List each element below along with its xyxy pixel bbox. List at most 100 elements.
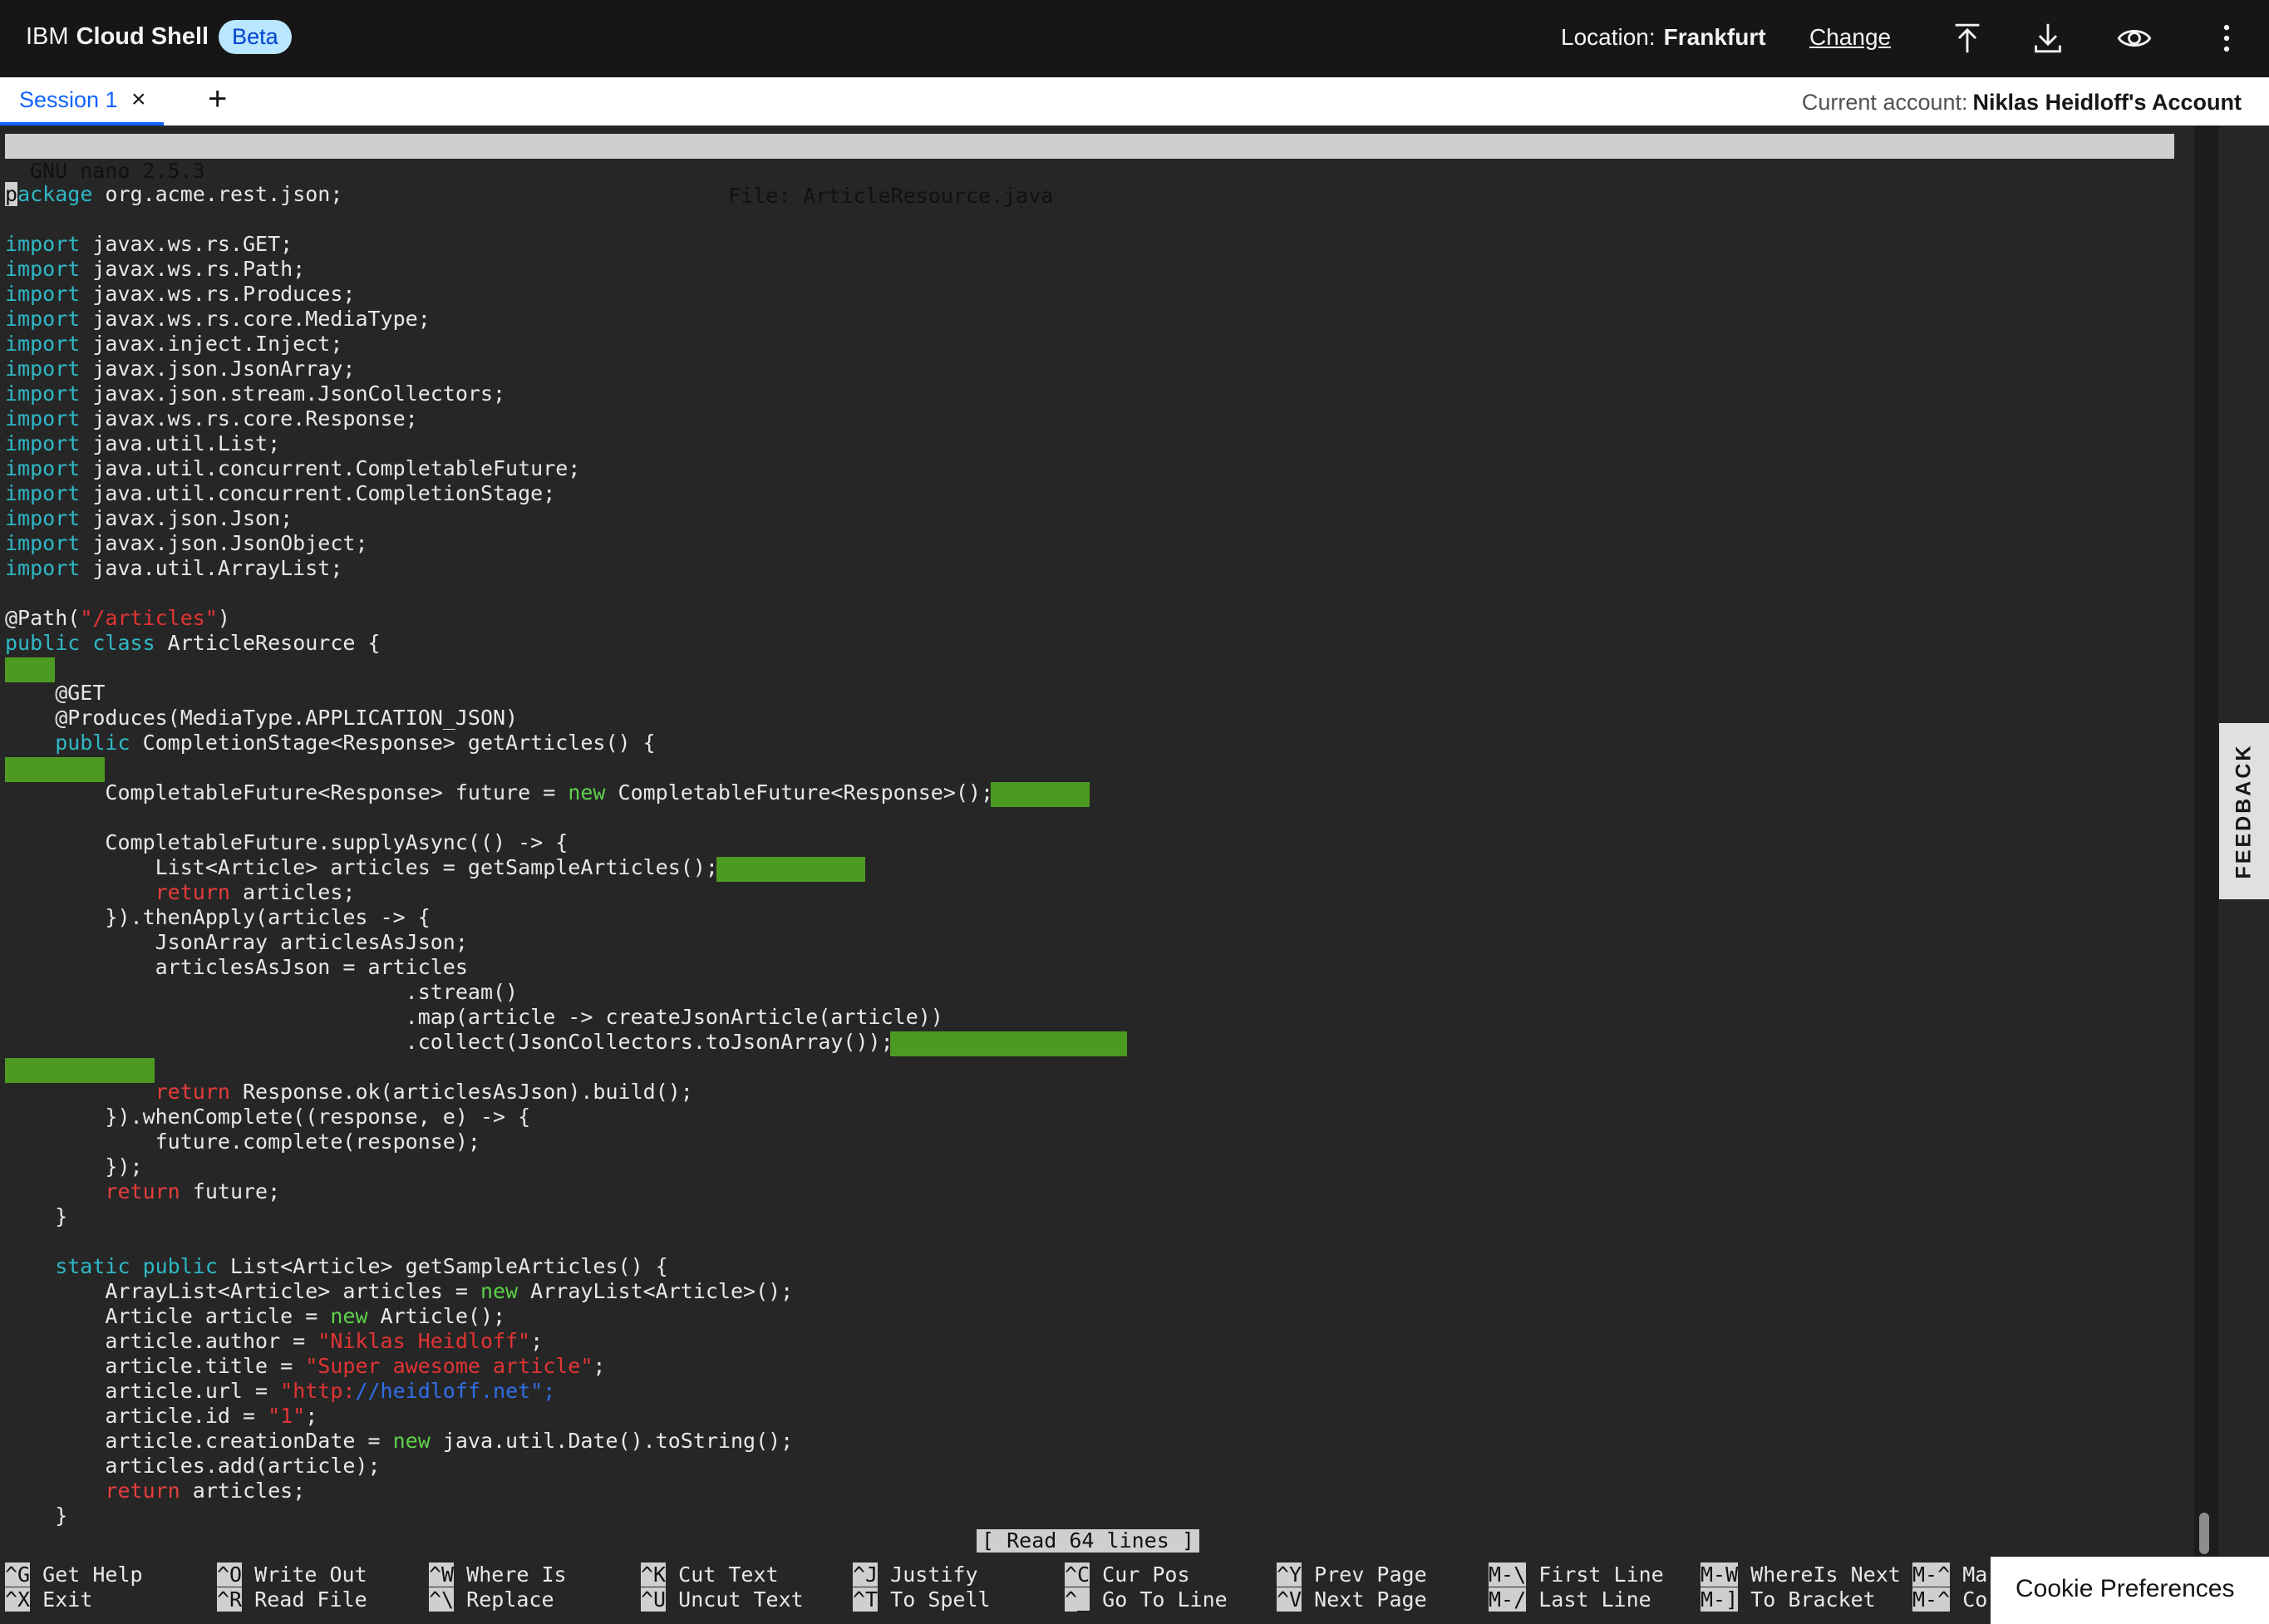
nano-file-title: File: ArticleResource.java xyxy=(728,184,1054,208)
shortcut-key: M-] xyxy=(1701,1587,1739,1612)
code-line: import java.util.List; xyxy=(5,431,281,455)
shortcut-label: Go To Line xyxy=(1102,1587,1228,1612)
shortcut-key: ^T xyxy=(853,1587,879,1612)
code-line: articles.add(article); xyxy=(5,1454,381,1478)
overflow-menu-icon[interactable] xyxy=(2207,19,2246,57)
code-line: List<Article> articles = getSampleArticl… xyxy=(5,855,718,879)
shortcut-label: Cut Text xyxy=(678,1562,779,1587)
code-line: import java.util.concurrent.CompletableF… xyxy=(5,456,581,480)
nano-shortcut: ^_ Go To Line xyxy=(1065,1587,1228,1612)
location-value: Frankfurt xyxy=(1663,24,1766,50)
add-session-button[interactable]: + xyxy=(208,81,227,118)
shortcut-label: Replace xyxy=(466,1587,554,1612)
tab-label: Session 1 xyxy=(19,87,118,112)
nano-shortcut: M-] To Bracket xyxy=(1701,1587,1876,1612)
close-tab-icon[interactable]: × xyxy=(131,86,146,114)
shortcut-key: M-^ xyxy=(1912,1562,1951,1587)
whitespace-highlight xyxy=(890,1031,1127,1056)
shortcut-key: M-^ xyxy=(1912,1587,1951,1612)
app-brand[interactable]: IBM Cloud Shell Beta xyxy=(26,20,292,54)
code-line: article.title = "Super awesome article"; xyxy=(5,1354,606,1378)
nano-shortcut: ^X Exit xyxy=(5,1587,92,1612)
code-line: import javax.ws.rs.Path; xyxy=(5,257,306,281)
code-line: article.id = "1"; xyxy=(5,1404,318,1428)
nano-status-message: [ Read 64 lines ] xyxy=(977,1529,1199,1553)
shortcut-label: Justify xyxy=(890,1562,978,1587)
text-cursor: p xyxy=(5,182,18,206)
shortcut-label: First Line xyxy=(1538,1562,1664,1587)
code-line: CompletableFuture<Response> future = new… xyxy=(5,780,994,805)
download-icon[interactable] xyxy=(2029,19,2067,57)
code-line: ArrayList<Article> articles = new ArrayL… xyxy=(5,1279,794,1303)
change-location-link[interactable]: Change xyxy=(1809,24,1891,51)
code-line: @Produces(MediaType.APPLICATION_JSON) xyxy=(5,706,519,730)
shortcut-label: Uncut Text xyxy=(678,1587,804,1612)
shortcut-key: ^X xyxy=(5,1587,31,1612)
code-line: import javax.json.Json; xyxy=(5,506,293,530)
shortcut-key: ^\ xyxy=(429,1587,455,1612)
shortcut-key: ^J xyxy=(853,1562,879,1587)
shortcut-label: Co xyxy=(1962,1587,1988,1612)
shortcut-label: Prev Page xyxy=(1314,1562,1427,1587)
upload-icon[interactable] xyxy=(1948,19,1986,57)
nano-shortcut: M-^ Co xyxy=(1912,1587,1987,1612)
code-line: import javax.json.JsonArray; xyxy=(5,357,356,381)
code-line: import javax.inject.Inject; xyxy=(5,332,343,356)
shortcut-key: ^_ xyxy=(1065,1587,1090,1612)
shortcut-key: ^W xyxy=(429,1562,455,1587)
cookie-preferences-button[interactable]: Cookie Preferences xyxy=(1991,1557,2269,1624)
shortcut-key: M-/ xyxy=(1489,1587,1527,1612)
code-line: import javax.json.JsonObject; xyxy=(5,531,368,555)
feedback-label: FEEDBACK xyxy=(2232,743,2256,879)
terminal[interactable]: GNU nano 2.5.3 File: ArticleResource.jav… xyxy=(0,125,2194,1624)
current-account: Current account: Niklas Heidloff's Accoun… xyxy=(1802,90,2242,116)
shortcut-key: ^O xyxy=(217,1562,243,1587)
nano-shortcut: ^G Get Help xyxy=(5,1562,143,1587)
whitespace-highlight xyxy=(991,782,1090,807)
nano-shortcut: ^Y Prev Page xyxy=(1277,1562,1427,1587)
shortcut-key: ^U xyxy=(641,1587,667,1612)
code-line: import java.util.ArrayList; xyxy=(5,556,343,580)
feedback-tab[interactable]: FEEDBACK xyxy=(2219,723,2269,899)
shortcut-label: To Spell xyxy=(890,1587,991,1612)
code-line: import javax.ws.rs.GET; xyxy=(5,232,293,256)
code-line: return Response.ok(articlesAsJson).build… xyxy=(155,1080,693,1104)
code-line: public class ArticleResource { xyxy=(5,631,381,655)
top-header: IBM Cloud Shell Beta Location: Frankfurt … xyxy=(0,0,2269,77)
nano-shortcut: ^O Write Out xyxy=(217,1562,367,1587)
view-icon[interactable] xyxy=(2115,19,2153,57)
session-tab-bar: Session 1 × + Current account: Niklas Hei… xyxy=(0,77,2269,126)
scrollbar-thumb[interactable] xyxy=(2199,1513,2209,1554)
nano-shortcut: ^J Justify xyxy=(853,1562,978,1587)
shortcut-label: Where Is xyxy=(466,1562,567,1587)
cookie-label: Cookie Preferences xyxy=(2016,1575,2235,1602)
shortcut-label: Last Line xyxy=(1538,1587,1651,1612)
terminal-scrollbar[interactable] xyxy=(2194,125,2218,1624)
code-line: @Path("/articles") xyxy=(5,606,230,630)
shortcut-label: Get Help xyxy=(42,1562,143,1587)
code-line: import javax.ws.rs.Produces; xyxy=(5,282,356,306)
nano-shortcut: ^V Next Page xyxy=(1277,1587,1427,1612)
brand-prefix: IBM xyxy=(26,23,69,50)
nano-shortcut: ^R Read File xyxy=(217,1587,367,1612)
shortcut-label: Next Page xyxy=(1314,1587,1427,1612)
tab-session-1[interactable]: Session 1 × xyxy=(0,77,164,125)
code-line: article.creationDate = new java.util.Dat… xyxy=(5,1429,794,1453)
shortcut-key: M-\ xyxy=(1489,1562,1527,1587)
nano-shortcut: ^K Cut Text xyxy=(641,1562,779,1587)
code-line: }).thenApply(articles -> { xyxy=(5,905,431,929)
code-line: import javax.ws.rs.core.MediaType; xyxy=(5,307,431,331)
nano-shortcut: ^W Where Is xyxy=(429,1562,567,1587)
account-value: Niklas Heidloff's Account xyxy=(1972,90,2242,115)
code-line: JsonArray articlesAsJson; xyxy=(5,930,468,954)
shortcut-label: Exit xyxy=(42,1587,93,1612)
shortcut-label: To Bracket xyxy=(1750,1587,1876,1612)
code-line: future.complete(response); xyxy=(5,1129,480,1154)
nano-title-bar: GNU nano 2.5.3 File: ArticleResource.jav… xyxy=(5,134,2174,208)
code-line: }).whenComplete((response, e) -> { xyxy=(5,1105,531,1129)
shortcut-key: M-W xyxy=(1701,1562,1739,1587)
nano-shortcut: ^T To Spell xyxy=(853,1587,991,1612)
code-line: return articles; xyxy=(105,1479,306,1503)
whitespace-highlight xyxy=(5,757,105,782)
code-line: CompletableFuture.supplyAsync(() -> { xyxy=(5,830,568,854)
